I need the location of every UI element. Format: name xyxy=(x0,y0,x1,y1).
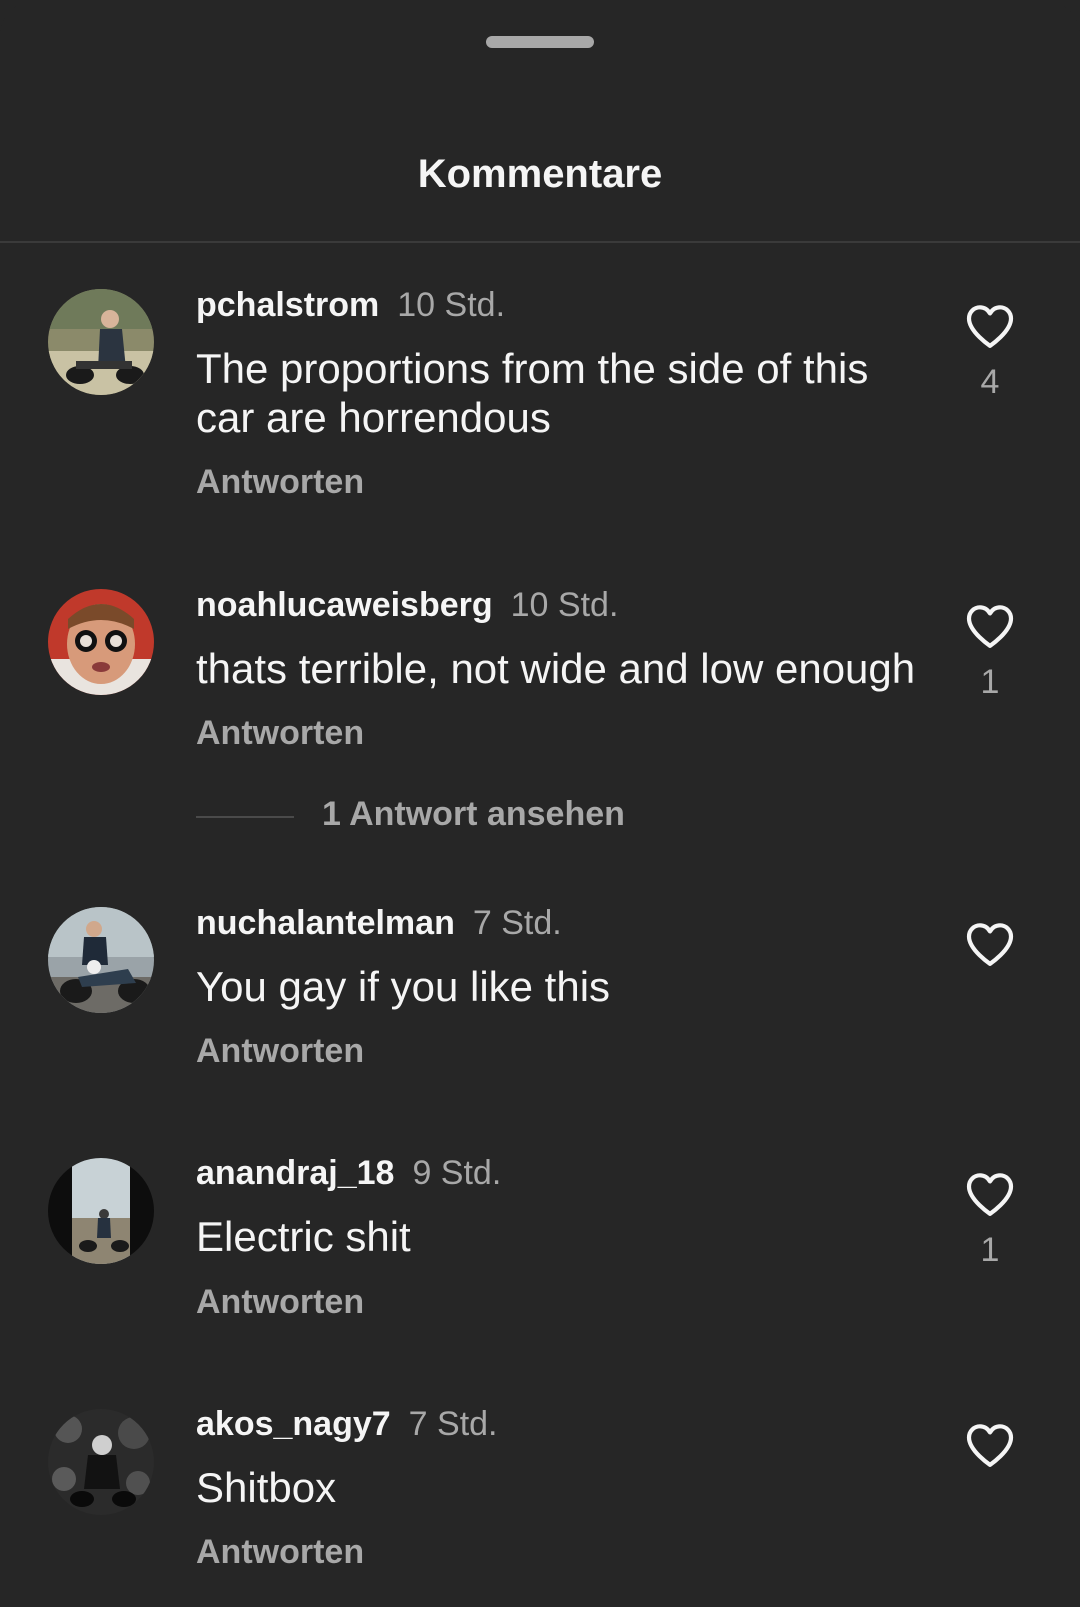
heart-outline-icon xyxy=(966,1424,1014,1467)
view-replies-label: 1 Antwort ansehen xyxy=(322,795,625,833)
heart-outline-icon xyxy=(966,923,1014,966)
username[interactable]: noahlucaweisberg xyxy=(196,586,493,624)
like-count: 1 xyxy=(980,1231,1000,1269)
comment-meta: nuchalantelman 7 Std. xyxy=(196,904,562,943)
drag-handle[interactable] xyxy=(486,36,594,48)
page-title: Kommentare xyxy=(417,152,663,196)
reply-button[interactable]: Antworten xyxy=(196,1533,364,1572)
username[interactable]: pchalstrom xyxy=(196,286,379,324)
heart-outline-icon xyxy=(966,305,1014,348)
heart-outline-icon xyxy=(966,1173,1014,1216)
reply-button[interactable]: Antworten xyxy=(196,1032,364,1071)
like-count: 1 xyxy=(980,663,1000,701)
comment-meta: pchalstrom 10 Std. xyxy=(196,286,505,325)
username[interactable]: nuchalantelman xyxy=(196,904,455,942)
like-button[interactable] xyxy=(962,598,1018,654)
avatar[interactable] xyxy=(48,907,154,1013)
like-button[interactable] xyxy=(962,1166,1018,1222)
timestamp: 10 Std. xyxy=(397,286,506,324)
header-divider xyxy=(0,241,1080,243)
view-replies-button[interactable]: 1 Antwort ansehen xyxy=(196,795,696,841)
username[interactable]: akos_nagy7 xyxy=(196,1405,391,1443)
comment-text: The proportions from the side of this ca… xyxy=(196,345,869,441)
comment-text: Shitbox xyxy=(196,1464,337,1511)
like-button[interactable] xyxy=(962,916,1018,972)
timestamp: 10 Std. xyxy=(510,586,619,624)
comment-text: thats terrible, not wide and low enough xyxy=(196,645,916,692)
comment-text: Electric shit xyxy=(196,1213,411,1260)
comments-sheet: Kommentare pchalstrom 10 Std. The proport… xyxy=(0,0,1080,1607)
like-button[interactable] xyxy=(962,298,1018,354)
heart-outline-icon xyxy=(966,605,1014,648)
username[interactable]: anandraj_18 xyxy=(196,1154,394,1192)
like-count: 4 xyxy=(980,363,1000,401)
reply-button[interactable]: Antworten xyxy=(196,463,364,502)
reply-button[interactable]: Antworten xyxy=(196,1283,364,1322)
avatar[interactable] xyxy=(48,1409,154,1515)
comment-meta: anandraj_18 9 Std. xyxy=(196,1154,501,1193)
comment-meta: akos_nagy7 7 Std. xyxy=(196,1405,498,1444)
avatar[interactable] xyxy=(48,589,154,695)
comment-meta: noahlucaweisberg 10 Std. xyxy=(196,586,618,625)
avatar[interactable] xyxy=(48,1158,154,1264)
avatar[interactable] xyxy=(48,289,154,395)
reply-button[interactable]: Antworten xyxy=(196,714,364,753)
comment-text: You gay if you like this xyxy=(196,963,611,1010)
view-replies-divider xyxy=(196,816,294,818)
timestamp: 9 Std. xyxy=(412,1154,502,1192)
timestamp: 7 Std. xyxy=(472,904,562,942)
like-button[interactable] xyxy=(962,1417,1018,1473)
timestamp: 7 Std. xyxy=(408,1405,498,1443)
